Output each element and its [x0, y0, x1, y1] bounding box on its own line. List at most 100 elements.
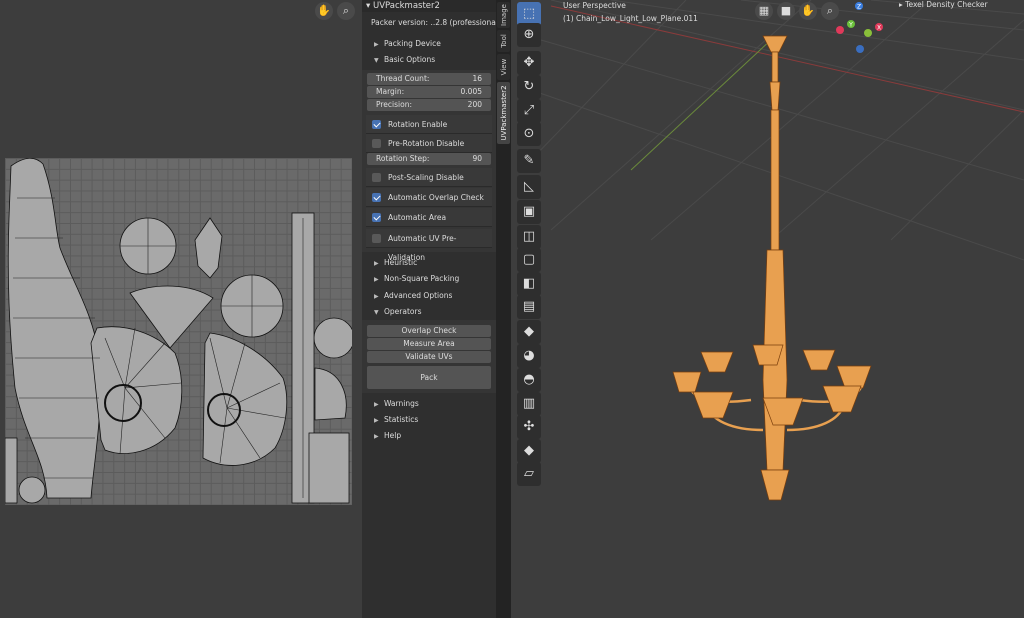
gizmo-z-label: Z [857, 4, 861, 11]
checkbox-label: Pre-Rotation Disable [388, 139, 465, 148]
help-section[interactable]: ▶ Help [362, 428, 496, 444]
edge-slide-icon[interactable]: ✣ [517, 415, 541, 439]
smooth-icon[interactable]: ▥ [517, 392, 541, 416]
tab-view[interactable]: View [497, 54, 510, 80]
uv-island-circle-3 [313, 317, 352, 359]
chevron-right-icon: ▶ [374, 433, 379, 440]
tab-image[interactable]: Image [497, 2, 510, 28]
section-label: Basic Options [384, 55, 436, 64]
tab-label: Tool [499, 34, 508, 48]
validate-uvs-button[interactable]: Validate UVs [367, 351, 491, 363]
extrude-icon[interactable]: ◫ [517, 225, 541, 249]
checkbox-unchecked [372, 139, 381, 148]
uv-islands[interactable] [5, 158, 352, 513]
gizmo-neg-z-icon[interactable] [856, 45, 864, 53]
non-square-packing-section[interactable]: ▶ Non-Square Packing [362, 271, 496, 287]
margin-field[interactable]: Margin: 0.005 [367, 86, 491, 98]
grid-icon[interactable]: ▦ [755, 2, 773, 20]
auto-uv-prevalidation-checkbox[interactable]: Automatic UV Pre-Validation [366, 229, 492, 262]
checkbox-label: Automatic Overlap Check [388, 193, 484, 202]
knife-icon[interactable]: ◆ [517, 320, 541, 344]
gizmo-neg-x-icon[interactable] [836, 26, 844, 34]
uv-island-half-circle [314, 367, 347, 421]
packing-device-section[interactable]: ▶ Packing Device [362, 36, 496, 52]
post-scaling-disable-checkbox[interactable]: Post-Scaling Disable [366, 168, 492, 187]
poly-build-icon[interactable]: ◕ [517, 344, 541, 368]
move-icon[interactable]: ✥ [517, 51, 541, 75]
texel-density-checker-panel[interactable]: ▸ Texel Density Checker [899, 0, 988, 9]
uv-island-diamond [194, 217, 223, 279]
chevron-right-icon: ▶ [374, 293, 379, 300]
warnings-section[interactable]: ▶ Warnings [362, 396, 496, 412]
basic-options-section[interactable]: ▼ Basic Options [362, 52, 496, 68]
bevel-icon[interactable]: ◧ [517, 272, 541, 296]
section-label: Non-Square Packing [384, 274, 460, 283]
cursor-icon[interactable]: ⊕ [517, 23, 541, 47]
annotate-icon[interactable]: ✎ [517, 149, 541, 173]
hand-icon[interactable]: ✋ [315, 2, 333, 20]
field-value: 16 [472, 74, 482, 83]
uv-island-rect-1 [308, 432, 350, 504]
viewport-scene [530, 0, 1024, 501]
auto-area-measurement-checkbox[interactable]: Automatic Area Measurem.. [366, 208, 492, 241]
gizmo-y-label: Y [848, 22, 853, 29]
rotation-step-field[interactable]: Rotation Step: 90 [367, 153, 491, 165]
heuristic-section[interactable]: ▶ Heuristic [362, 255, 496, 271]
field-value: 0.005 [460, 87, 482, 96]
chevron-down-icon: ▼ [374, 309, 379, 316]
measure-area-button[interactable]: Measure Area [367, 338, 491, 350]
thread-count-field[interactable]: Thread Count: 16 [367, 73, 491, 85]
tab-uvpackmaster2[interactable]: UVPackmaster2 [497, 82, 510, 144]
advanced-options-section[interactable]: ▶ Advanced Options [362, 288, 496, 304]
statistics-section[interactable]: ▶ Statistics [362, 412, 496, 428]
gizmo-neg-y-icon[interactable] [864, 29, 872, 37]
checkbox-checked [372, 213, 381, 222]
navigation-gizmo[interactable]: Z Y X [831, 0, 891, 56]
field-label: Margin: [376, 87, 405, 96]
3d-viewport[interactable]: User Perspective (1) Chain_Low_Light_Low… [511, 0, 1024, 618]
uv-island-rect-2 [5, 437, 18, 504]
auto-overlap-check-checkbox[interactable]: Automatic Overlap Check [366, 188, 492, 207]
chevron-right-icon: ▶ [374, 276, 379, 283]
section-label: Help [384, 431, 402, 440]
add-cube-icon[interactable]: ▣ [517, 200, 541, 224]
checkbox-label: Rotation Enable [388, 120, 448, 129]
chevron-down-icon: ▼ [374, 57, 379, 64]
tab-label: Image [499, 4, 508, 26]
transform-icon[interactable]: ⊙ [517, 122, 541, 146]
chevron-right-icon: ▶ [374, 401, 379, 408]
measure-icon[interactable]: ◺ [517, 175, 541, 199]
loop-cut-icon[interactable]: ▤ [517, 295, 541, 319]
shear-icon[interactable]: ▱ [517, 462, 541, 486]
gizmo-x-label: X [877, 25, 881, 32]
camera-icon[interactable]: ■ [777, 2, 795, 20]
rotate-icon[interactable]: ↻ [517, 75, 541, 99]
shrink-icon[interactable]: ◆ [517, 439, 541, 463]
uv-editor[interactable]: ✋ ⌕ [0, 0, 362, 618]
field-label: Precision: [376, 100, 412, 109]
overlap-check-button[interactable]: Overlap Check [367, 325, 491, 337]
section-label: Advanced Options [384, 291, 453, 300]
precision-field[interactable]: Precision: 200 [367, 99, 491, 111]
uv-island-fan-2 [202, 332, 288, 466]
inset-icon[interactable]: ▢ [517, 248, 541, 272]
section-label: Statistics [384, 415, 419, 424]
uv-island-circle-4 [18, 476, 46, 504]
section-label: Warnings [384, 399, 419, 408]
rotation-enable-checkbox[interactable]: Rotation Enable [366, 115, 492, 134]
chevron-right-icon: ▶ [374, 260, 379, 267]
operators-section[interactable]: ▼ Operators [362, 304, 496, 320]
tab-tool[interactable]: Tool [497, 30, 510, 52]
packer-version: Packer version: ..2.8 (professional) [371, 18, 501, 27]
checkbox-label: Post-Scaling Disable [388, 173, 464, 182]
spin-icon[interactable]: ◓ [517, 368, 541, 392]
panel-header[interactable]: ▾ UVPackmaster2 [362, 0, 496, 12]
section-label: Packing Device [384, 39, 441, 48]
viewport-title: User Perspective [563, 1, 626, 10]
zoom-icon[interactable]: ⌕ [337, 2, 355, 20]
pack-button[interactable]: Pack [367, 366, 491, 389]
hand-icon[interactable]: ✋ [799, 2, 817, 20]
pre-rotation-disable-checkbox[interactable]: Pre-Rotation Disable [366, 134, 492, 153]
scale-icon[interactable]: ⤢ [517, 99, 541, 123]
uv-island-bottle [7, 158, 101, 499]
